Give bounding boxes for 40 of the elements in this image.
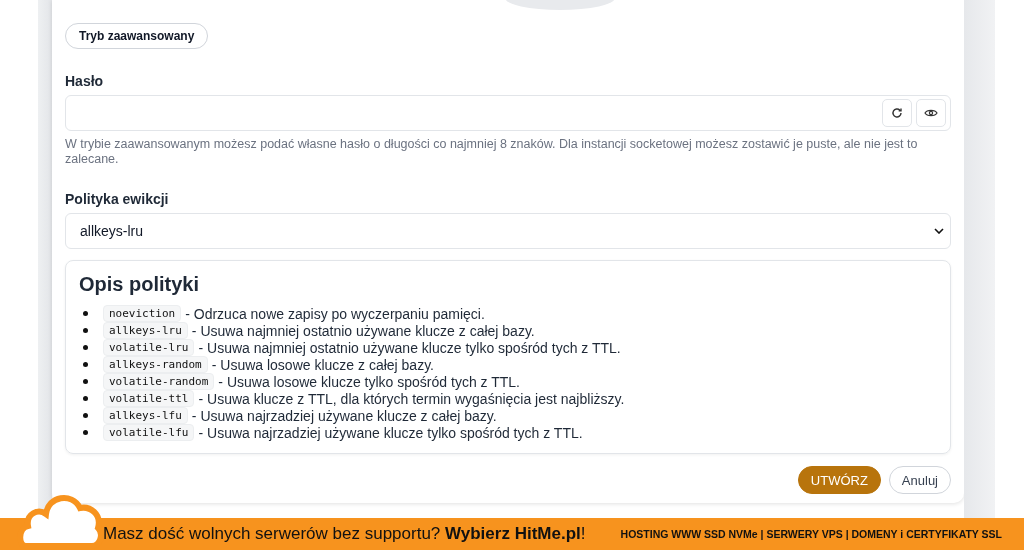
bullet-icon (83, 413, 88, 418)
bullet-icon (83, 311, 88, 316)
bullet-icon (83, 379, 88, 384)
banner-services: HOSTING WWW SSD NVMe | SERWERY VPS | DOMENY i CERTYFIKATY SSL (620, 528, 1002, 540)
code-chip: allkeys-lru (103, 322, 188, 339)
bullet-icon (83, 430, 88, 435)
chevron-icon (934, 228, 944, 234)
code-chip: volatile-random (103, 373, 215, 390)
help-text: W trybie zaawansowanym możesz podać własne hasło o długości co najmniej 8 znaków. Dla instancji socketowej możesz zostawić je puste, ale nie jest to zalecane. (65, 137, 919, 167)
code-chip: noeviction (103, 305, 182, 322)
policy-description: - Usuwa najmniej ostatnio używane klucze z całej bazy. (191, 322, 535, 339)
policy-description: - Usuwa klucze z TTL, dla których termin wygaśnięcia jest najbliższy. (198, 390, 625, 407)
field-label: Polityka ewikcji (65, 191, 170, 207)
field-label: Hasło (65, 73, 105, 89)
bullet-icon (83, 396, 88, 401)
show-password-button[interactable] (916, 99, 946, 127)
code-chip: volatile-lru (103, 339, 195, 356)
policy-description: - Usuwa najmniej ostatnio używane klucze tylko spośród tych z TTL. (198, 339, 621, 356)
cancel-button[interactable]: Anuluj (888, 466, 951, 494)
code-chip: allkeys-lfu (103, 407, 188, 424)
policy-description: - Usuwa losowe klucze tylko spośród tych z TTL. (218, 373, 520, 390)
policy-description: - Usuwa najrzadziej używane klucze z całej bazy. (191, 407, 497, 424)
eviction-select[interactable]: allkeys-lru (65, 213, 951, 249)
policy-description: - Usuwa najrzadziej używane klucze tylko spośród tych z TTL. (198, 424, 583, 441)
create-button[interactable]: UTWÓRZ (797, 466, 881, 494)
bullet-icon (83, 328, 88, 333)
bullet-icon (83, 362, 88, 367)
code-chip: allkeys-random (103, 356, 208, 373)
banner-message: Masz dość wolnych serwerów bez supportu? Wybierz HitMe.pl! (103, 524, 586, 544)
panel-title: Opis polityki (79, 273, 201, 296)
advanced-mode-button[interactable]: Tryb zaawansowany (65, 23, 209, 49)
bullet-icon (83, 345, 88, 350)
code-chip: volatile-ttl (103, 390, 195, 407)
password-field[interactable] (65, 95, 951, 131)
regenerate-button[interactable] (882, 99, 912, 127)
eye-icon (924, 108, 938, 118)
code-chip: volatile-lfu (103, 424, 195, 441)
policy-description: - Odrzuca nowe zapisy po wyczerpaniu pamięci. (185, 305, 485, 322)
refresh-icon (891, 107, 903, 119)
policy-description: - Usuwa losowe klucze z całej bazy. (211, 356, 434, 373)
